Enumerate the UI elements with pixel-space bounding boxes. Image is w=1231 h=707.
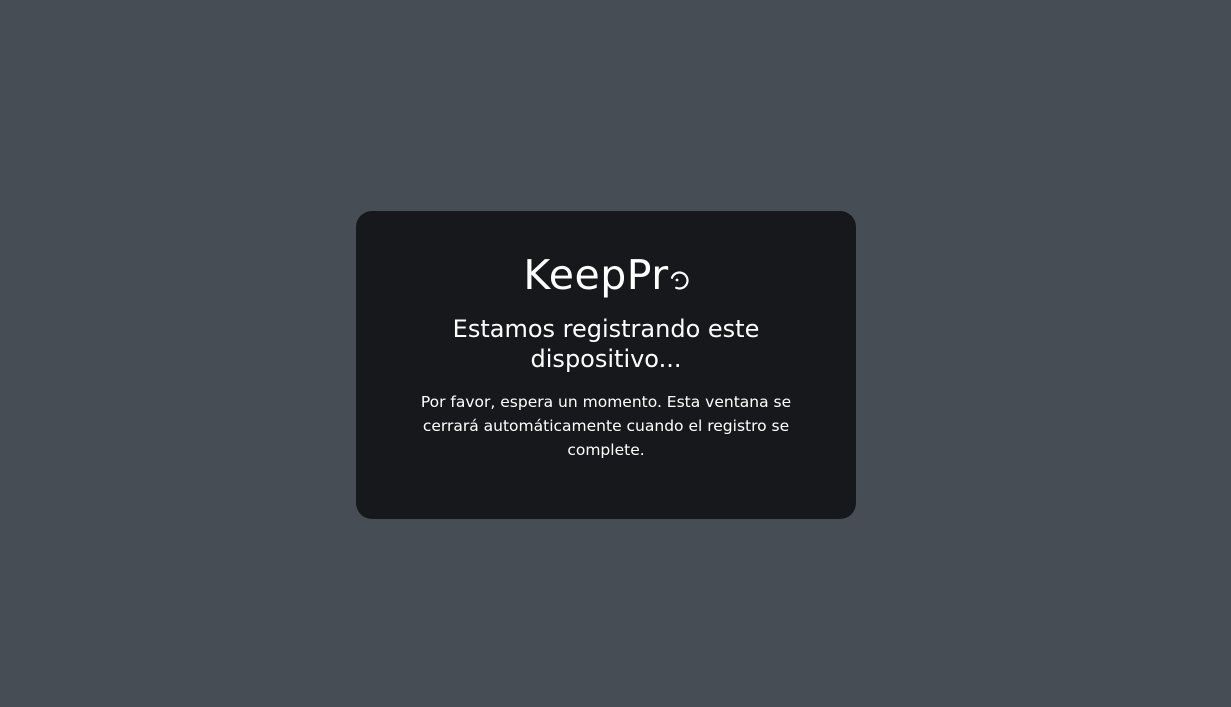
page-backdrop: KeepPr Estamos registrando este disposit… bbox=[0, 0, 1231, 707]
logo-text: KeepPr bbox=[523, 251, 669, 299]
modal-message: Por favor, espera un momento. Esta venta… bbox=[420, 393, 792, 459]
keeppro-logo: KeepPr bbox=[356, 245, 856, 297]
registration-modal: KeepPr Estamos registrando este disposit… bbox=[356, 211, 856, 519]
loading-spinner-icon bbox=[669, 271, 689, 290]
modal-title: Estamos registrando este dispositivo... bbox=[452, 315, 760, 373]
